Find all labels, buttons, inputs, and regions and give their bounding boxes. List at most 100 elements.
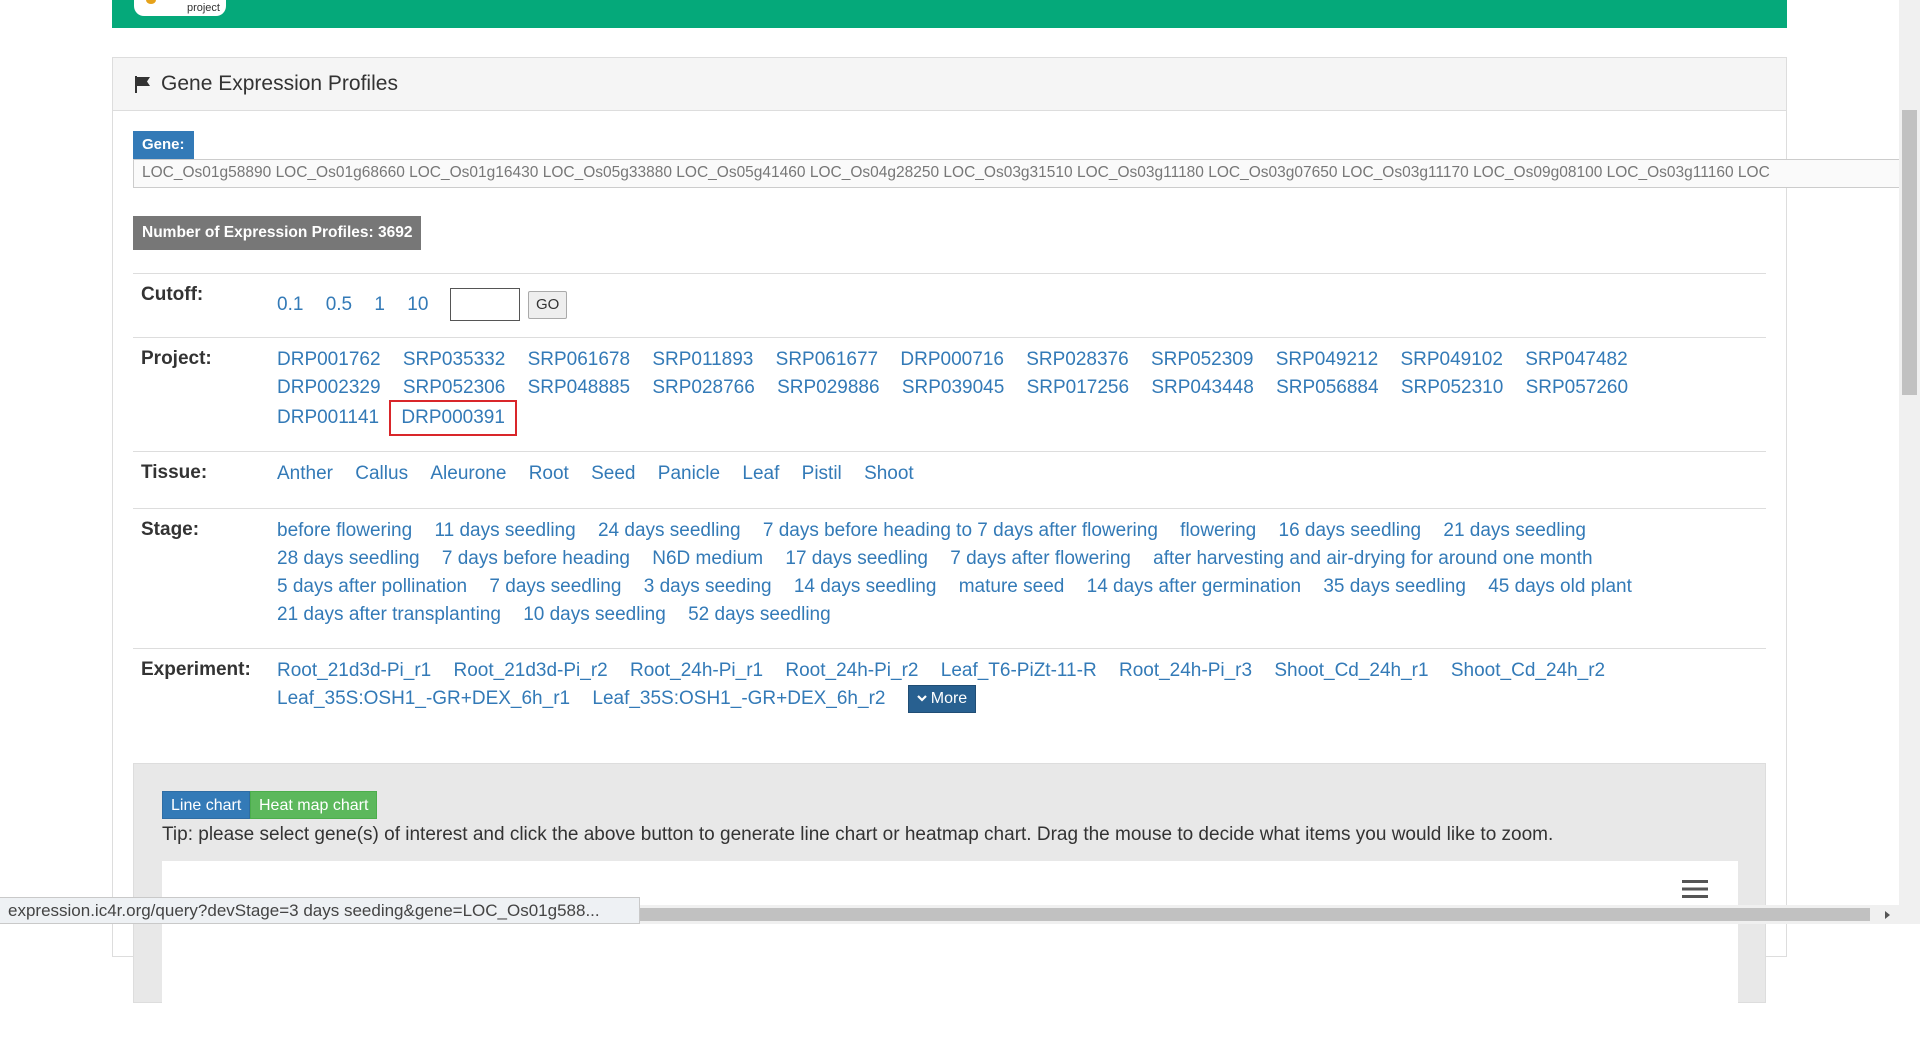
project-link[interactable]: SRP039045 <box>902 374 1004 402</box>
project-list: DRP001762 SRP035332 SRP061678 SRP011893 … <box>277 346 1766 436</box>
tissue-link[interactable]: Root <box>529 460 569 488</box>
cutoff-option[interactable]: 1 <box>374 291 385 319</box>
stage-link[interactable]: 7 days before heading <box>442 545 630 573</box>
cutoff-input[interactable] <box>449 288 520 321</box>
go-button[interactable]: GO <box>527 290 568 319</box>
tissue-link[interactable]: Callus <box>355 460 408 488</box>
tissue-link[interactable]: Pistil <box>802 460 842 488</box>
project-link[interactable]: SRP061678 <box>528 346 630 374</box>
project-link[interactable]: DRP001141 <box>277 404 379 432</box>
project-link[interactable]: SRP052309 <box>1151 346 1253 374</box>
experiment-link[interactable]: Shoot_Cd_24h_r1 <box>1274 657 1428 685</box>
project-link[interactable]: SRP048885 <box>528 374 630 402</box>
experiment-link[interactable]: Root_21d3d-Pi_r2 <box>454 657 608 685</box>
tissue-link[interactable]: Panicle <box>658 460 720 488</box>
project-link[interactable]: DRP000716 <box>900 346 1004 374</box>
experiment-link[interactable]: Root_24h-Pi_r3 <box>1119 657 1252 685</box>
stage-link[interactable]: 3 days seeding <box>644 573 772 601</box>
experiment-link[interactable]: Root_24h-Pi_r1 <box>630 657 763 685</box>
cutoff-option[interactable]: 10 <box>407 291 428 319</box>
project-link[interactable]: DRP001762 <box>277 346 381 374</box>
stage-link[interactable]: 14 days after germination <box>1087 573 1301 601</box>
line-chart-button[interactable]: Line chart <box>162 791 251 819</box>
project-link[interactable]: SRP056884 <box>1276 374 1378 402</box>
project-link[interactable]: SRP043448 <box>1151 374 1253 402</box>
chevron-down-icon <box>916 695 927 702</box>
panel-title: Gene Expression Profiles <box>161 72 398 95</box>
project-link[interactable]: SRP052306 <box>403 374 505 402</box>
project-link[interactable]: SRP049102 <box>1400 346 1502 374</box>
stage-link[interactable]: 52 days seedling <box>688 601 831 629</box>
status-bar-url: expression.ic4r.org/query?devStage=3 day… <box>0 897 640 924</box>
scroll-right-icon[interactable] <box>1882 910 1892 920</box>
stage-link[interactable]: 21 days after transplanting <box>277 601 501 629</box>
stage-link[interactable]: 5 days after pollination <box>277 573 467 601</box>
stage-link[interactable]: before flowering <box>277 517 412 545</box>
experiment-list: Root_21d3d-Pi_r1 Root_21d3d-Pi_r2 Root_2… <box>277 657 1766 713</box>
logo-text: project <box>186 2 220 14</box>
stage-link[interactable]: 28 days seedling <box>277 545 420 573</box>
project-link[interactable]: SRP028766 <box>652 374 754 402</box>
stage-link[interactable]: 17 days seedling <box>785 545 928 573</box>
experiment-link[interactable]: Root_21d3d-Pi_r1 <box>277 657 431 685</box>
site-logo[interactable]: project <box>134 0 226 16</box>
experiment-link[interactable]: Leaf_35S:OSH1_-GR+DEX_6h_r2 <box>592 685 885 713</box>
top-header-bar: project <box>112 0 1787 28</box>
project-link[interactable]: SRP017256 <box>1027 374 1129 402</box>
tissue-link[interactable]: Aleurone <box>430 460 506 488</box>
experiment-link[interactable]: Root_24h-Pi_r2 <box>785 657 918 685</box>
logo-leaf-icon <box>146 0 156 4</box>
gene-list-field[interactable]: LOC_Os01g58890 LOC_Os01g68660 LOC_Os01g1… <box>133 159 1920 188</box>
stage-link[interactable]: 11 days seedling <box>434 517 575 545</box>
chart-canvas[interactable] <box>162 861 1738 1061</box>
stage-link[interactable]: 35 days seedling <box>1323 573 1466 601</box>
project-label: Project: <box>141 348 212 369</box>
stage-link[interactable]: 45 days old plant <box>1488 573 1632 601</box>
project-link[interactable]: SRP061677 <box>776 346 878 374</box>
stage-link[interactable]: 7 days after flowering <box>950 545 1131 573</box>
vertical-scrollbar[interactable] <box>1899 0 1920 905</box>
project-link[interactable]: SRP011893 <box>652 346 753 374</box>
cutoff-option[interactable]: 0.5 <box>326 291 352 319</box>
project-link[interactable]: DRP002329 <box>277 374 381 402</box>
stage-link[interactable]: 24 days seedling <box>598 517 741 545</box>
stage-list: before flowering 11 days seedling 24 day… <box>277 517 1766 629</box>
stage-link[interactable]: 21 days seedling <box>1443 517 1586 545</box>
tissue-link[interactable]: Shoot <box>864 460 914 488</box>
project-link[interactable]: SRP028376 <box>1026 346 1128 374</box>
stage-link[interactable]: 14 days seedling <box>794 573 937 601</box>
stage-link[interactable]: 16 days seedling <box>1279 517 1422 545</box>
hamburger-menu-icon[interactable] <box>1682 879 1708 899</box>
project-link[interactable]: SRP057260 <box>1526 374 1628 402</box>
stage-link[interactable]: 7 days seedling <box>489 573 621 601</box>
stage-link[interactable]: flowering <box>1180 517 1256 545</box>
cutoff-option[interactable]: 0.1 <box>277 291 303 319</box>
more-button[interactable]: More <box>907 685 977 713</box>
project-link[interactable]: SRP049212 <box>1276 346 1378 374</box>
experiment-link[interactable]: Shoot_Cd_24h_r2 <box>1451 657 1605 685</box>
heatmap-chart-button[interactable]: Heat map chart <box>250 791 378 819</box>
tissue-link[interactable]: Leaf <box>742 460 779 488</box>
experiment-link[interactable]: Leaf_T6-PiZt-11-R <box>941 657 1097 685</box>
stage-link[interactable]: N6D medium <box>652 545 763 573</box>
chart-area: Line chart Heat map chart Tip: please se… <box>133 763 1766 1061</box>
tissue-link[interactable]: Anther <box>277 460 333 488</box>
project-link[interactable]: DRP000391 <box>389 400 517 436</box>
tissue-list: Anther Callus Aleurone Root Seed Panicle… <box>277 460 1766 488</box>
experiment-row: Experiment: Root_21d3d-Pi_r1 Root_21d3d-… <box>133 648 1766 748</box>
tissue-link[interactable]: Seed <box>591 460 635 488</box>
tissue-label: Tissue: <box>141 462 208 483</box>
stage-link[interactable]: mature seed <box>959 573 1065 601</box>
cutoff-row: Cutoff: 0.1 0.5 1 10 GO <box>133 273 1766 337</box>
stage-link[interactable]: 7 days before heading to 7 days after fl… <box>763 517 1158 545</box>
stage-link[interactable]: 10 days seedling <box>523 601 666 629</box>
vertical-scroll-thumb[interactable] <box>1902 110 1917 395</box>
project-link[interactable]: SRP029886 <box>777 374 879 402</box>
project-link[interactable]: SRP052310 <box>1401 374 1503 402</box>
project-row: Project: DRP001762 SRP035332 SRP061678 S… <box>133 337 1766 451</box>
project-link[interactable]: SRP035332 <box>403 346 505 374</box>
stage-link[interactable]: after harvesting and air-drying for arou… <box>1153 545 1592 573</box>
experiment-link[interactable]: Leaf_35S:OSH1_-GR+DEX_6h_r1 <box>277 685 570 713</box>
project-link[interactable]: SRP047482 <box>1525 346 1627 374</box>
more-label: More <box>930 690 968 707</box>
